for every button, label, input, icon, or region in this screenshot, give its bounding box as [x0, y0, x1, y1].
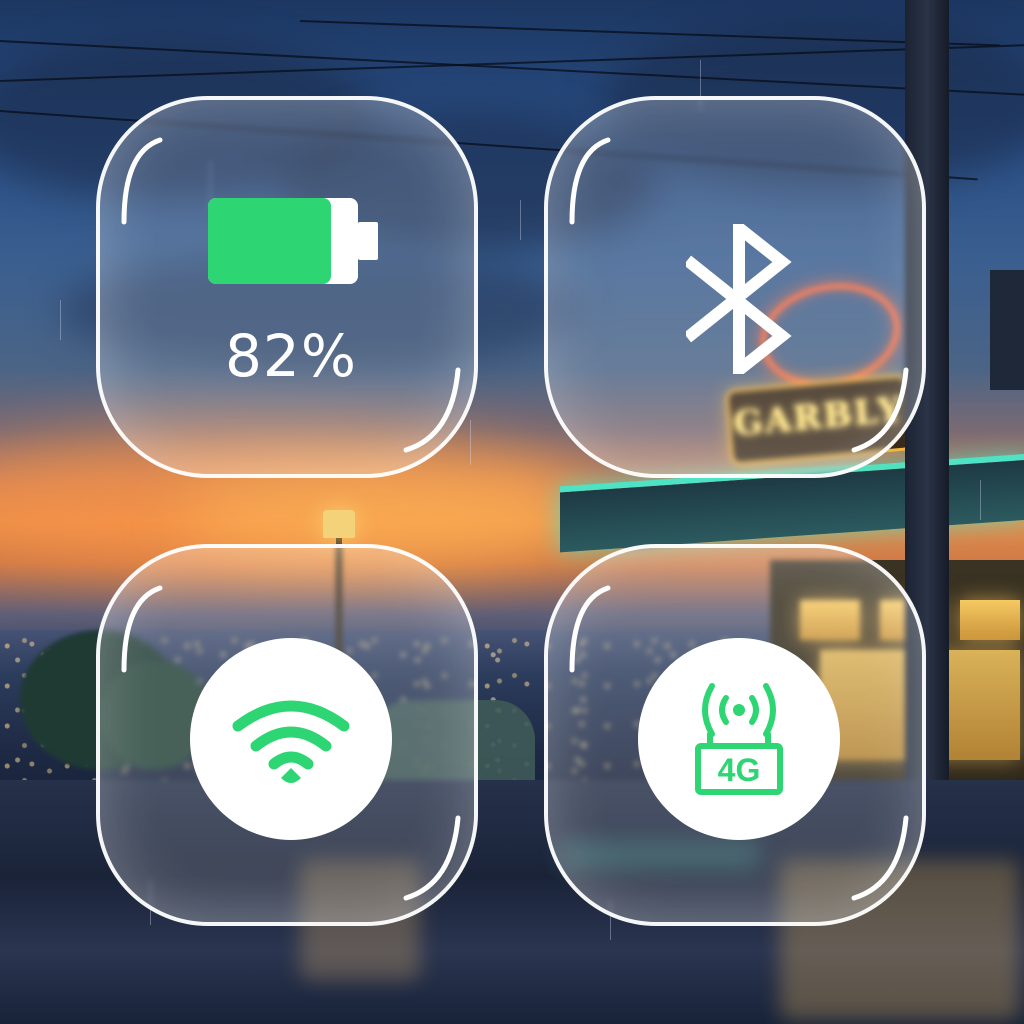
bluetooth-tile[interactable]	[544, 96, 926, 478]
network-type-label: 4G	[718, 752, 761, 788]
glass-highlight	[121, 137, 461, 453]
cellular-tile[interactable]: 4G	[544, 544, 926, 926]
wifi-tile[interactable]	[96, 544, 478, 926]
wifi-icon	[232, 700, 350, 783]
bluetooth-icon	[686, 224, 792, 374]
battery-icon	[208, 198, 378, 284]
wifi-toggle-button[interactable]	[190, 638, 392, 840]
control-center-screen: GARBLY 82% 4G	[0, 0, 1024, 1024]
cellular-toggle-button[interactable]: 4G	[638, 638, 840, 840]
battery-tile[interactable]: 82%	[96, 96, 478, 478]
battery-percentage: 82%	[225, 322, 357, 390]
cellular-4g-icon: 4G	[695, 683, 783, 795]
